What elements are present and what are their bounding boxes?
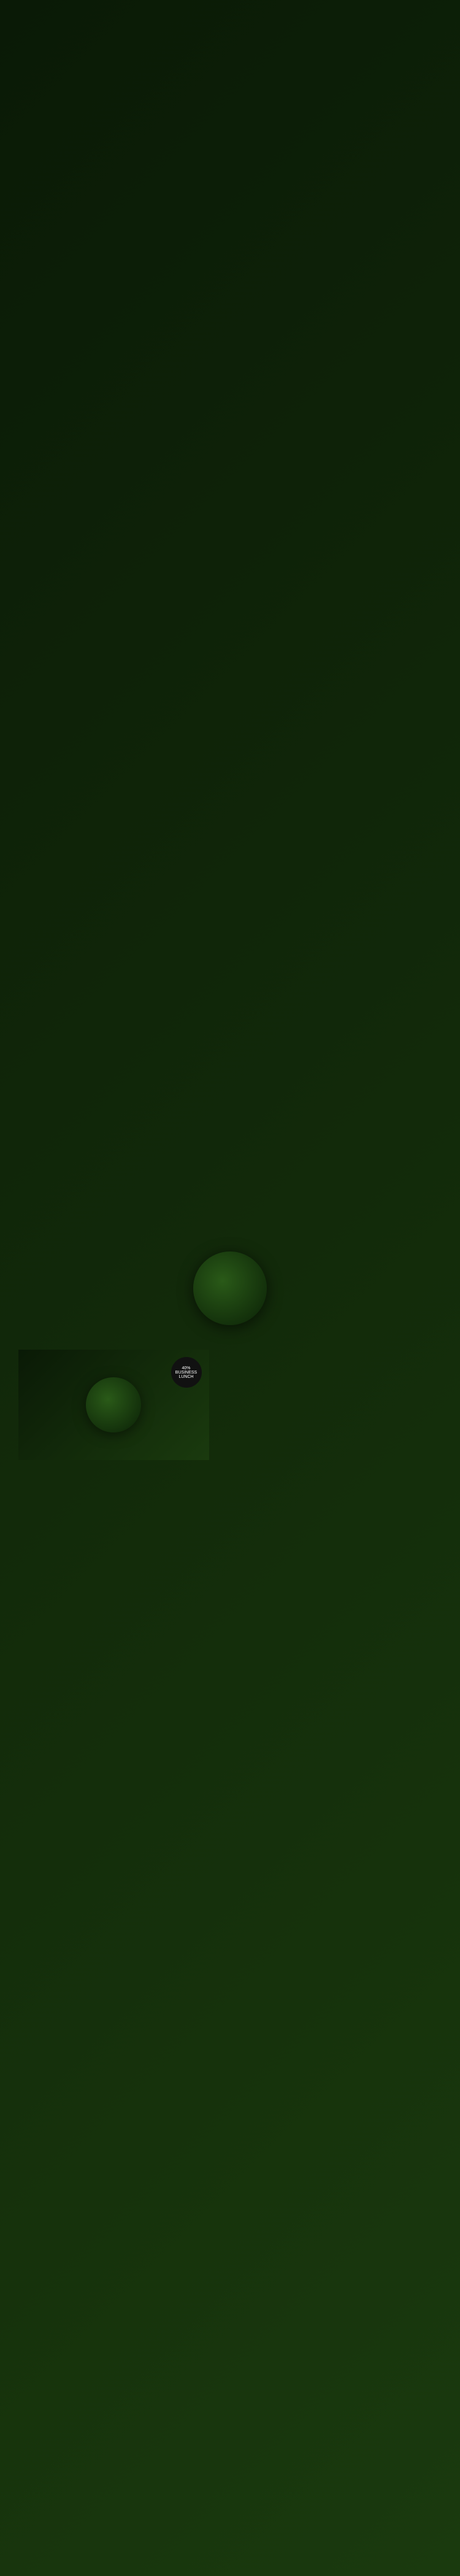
contact-badge-label: BUSINESSLUNCH [175, 1371, 197, 1379]
contact-food-circle [86, 1377, 141, 1432]
hero2-section: OUR RESTAURANT A new way to experience f… [0, 1196, 460, 1331]
hero2-image [0, 1196, 230, 1331]
contact-badge: 40% BUSINESSLUNCH [171, 1357, 202, 1388]
contact-badge-percent: 40% [182, 1366, 190, 1371]
hero2-food-bg [0, 0, 460, 2576]
contact-image: 40% BUSINESSLUNCH [18, 1350, 209, 1460]
hero2-food-circle [193, 1251, 267, 1325]
